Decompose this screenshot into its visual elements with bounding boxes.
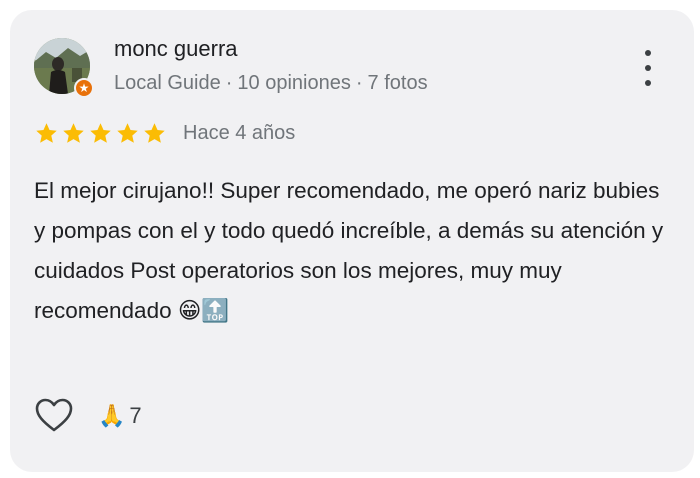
heart-outline-icon[interactable] (34, 396, 74, 436)
reviewer-name[interactable]: monc guerra (114, 36, 238, 62)
meta-separator: · (225, 72, 233, 94)
star-icon (63, 122, 84, 143)
star-icon (90, 122, 111, 143)
star-icon (144, 122, 165, 143)
star-rating (34, 121, 167, 146)
more-dot (645, 65, 651, 71)
star-icon (36, 122, 57, 143)
reaction-count: 7 (129, 403, 142, 428)
more-dot (645, 80, 651, 86)
review-actions: 🙏 7 (34, 396, 142, 436)
reviewer-review-count: 10 opiniones (237, 72, 351, 94)
reviewer-photo-count: 7 fotos (367, 72, 428, 94)
local-guide-star-icon: ★ (74, 78, 94, 98)
reviewer-meta: Local Guide · 10 opiniones · 7 fotos (114, 72, 428, 95)
review-card: ★ monc guerra Local Guide · 10 opiniones · 7… (10, 10, 694, 472)
pray-emoji-icon: 🙏 (98, 403, 126, 428)
more-vert-icon[interactable] (636, 46, 660, 90)
review-date: Hace 4 años (183, 121, 296, 144)
reviewer-level: Local Guide (114, 72, 221, 94)
star-icon (117, 122, 138, 143)
meta-separator: · (355, 72, 363, 94)
more-dot (645, 50, 651, 56)
review-text: El mejor cirujano!! Super recomendado, m… (34, 178, 664, 323)
reaction-button[interactable]: 🙏 7 (98, 403, 142, 429)
rating-row: Hace 4 años (34, 120, 295, 146)
